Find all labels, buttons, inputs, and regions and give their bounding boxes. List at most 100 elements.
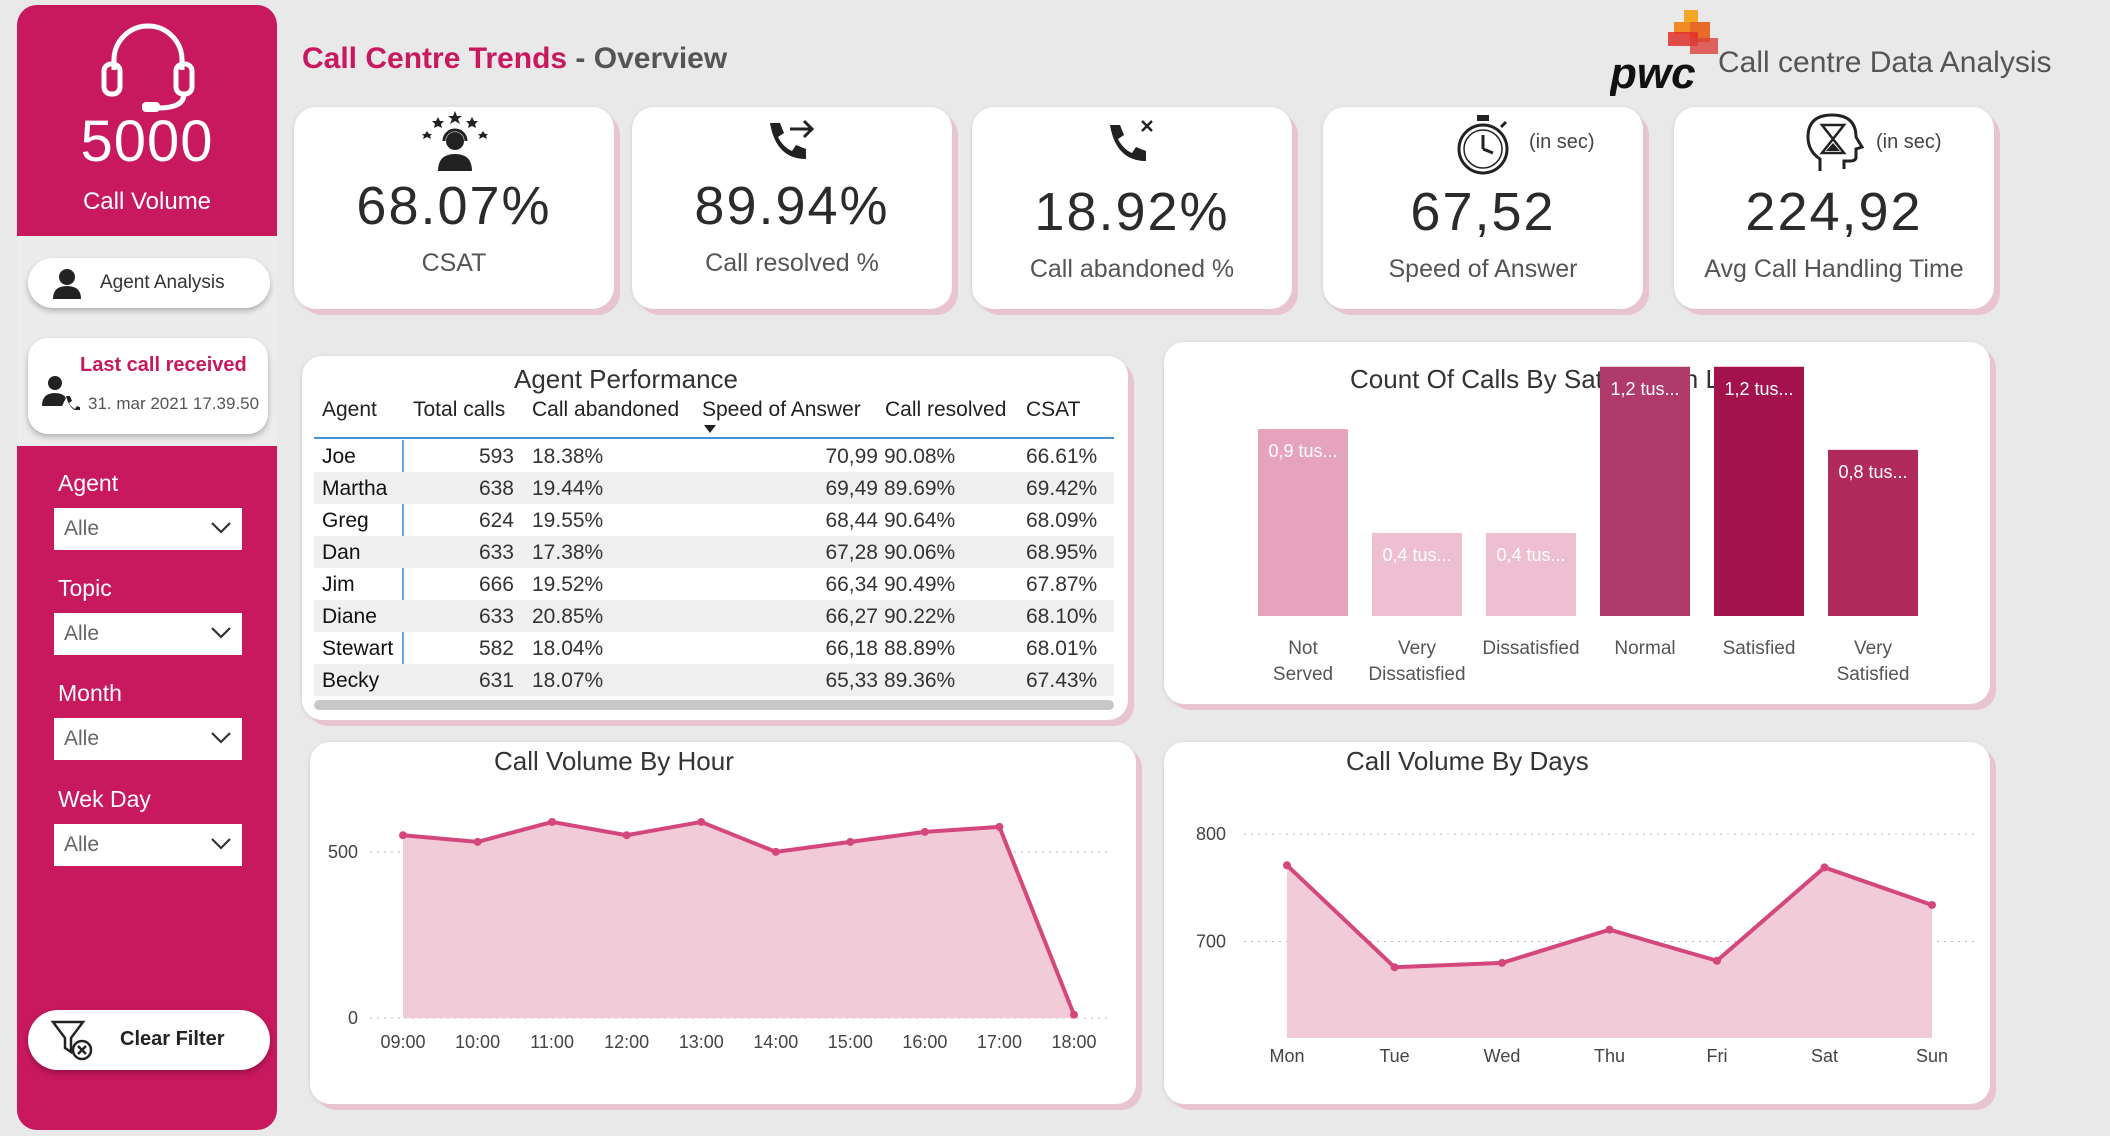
column-header-speed-of-answer[interactable]: Speed of Answer <box>702 398 861 422</box>
page-title-separator: - <box>567 42 594 75</box>
kpi-call-resolved-label: Call resolved % <box>705 249 879 277</box>
table-cell-total-calls: 666 <box>478 573 514 596</box>
chevron-down-icon <box>211 732 231 744</box>
bar-data-label: 1,2 tus... <box>1610 379 1679 399</box>
x-tick-label: Not <box>1288 638 1318 659</box>
x-tick-label: Very <box>1398 638 1437 659</box>
kpi-speed-unit: (in sec) <box>1529 131 1595 153</box>
weekday-dropdown[interactable]: Alle <box>54 824 242 866</box>
table-horizontal-scrollbar[interactable] <box>314 700 1114 710</box>
y-tick-label: 800 <box>1196 824 1226 844</box>
table-row[interactable]: Jim 666 19.52% 66,34 90.49% 67.87% <box>314 568 1114 600</box>
data-point[interactable] <box>995 822 1004 831</box>
data-point[interactable] <box>1605 925 1614 934</box>
x-tick-label: Sat <box>1811 1046 1838 1066</box>
table-cell-call-resolved: 90.06% <box>884 541 956 564</box>
data-point[interactable] <box>1713 956 1721 965</box>
table-cell-agent: Joe <box>322 445 356 468</box>
chevron-down-icon <box>211 522 231 534</box>
kpi-call-abandoned-label: Call abandoned % <box>1029 255 1235 283</box>
agent-icon <box>53 269 81 299</box>
bar-4[interactable] <box>1714 366 1804 616</box>
table-cell-agent: Greg <box>322 509 369 532</box>
kpi-speed-of-answer-value: 67,52 <box>1410 182 1556 242</box>
bar-3[interactable] <box>1600 366 1690 616</box>
table-cell-csat: 68.95% <box>1026 541 1098 564</box>
column-header-call-abandoned[interactable]: Call abandoned <box>532 398 679 422</box>
x-tick-label: Normal <box>1614 638 1675 659</box>
table-cell-csat: 69.42% <box>1026 477 1098 500</box>
data-point[interactable] <box>399 831 407 840</box>
column-header-csat[interactable]: CSAT <box>1026 398 1080 422</box>
x-tick-label: 14:00 <box>753 1032 798 1052</box>
x-tick-label: Tue <box>1379 1046 1409 1066</box>
data-point[interactable] <box>1498 958 1506 967</box>
data-point[interactable] <box>1390 963 1399 972</box>
agent-performance-title: Agent Performance <box>514 364 739 394</box>
table-cell-csat: 68.01% <box>1026 637 1098 660</box>
clear-filter-icon <box>50 1020 93 1061</box>
table-cell-agent: Stewart <box>322 637 394 660</box>
filter-label-weekday: Wek Day <box>58 786 151 812</box>
column-header-agent[interactable]: Agent <box>322 398 377 422</box>
data-point[interactable] <box>1928 900 1936 909</box>
table-cell-speed-of-answer: 69,49 <box>825 477 878 500</box>
bar-data-label: 0,9 tus... <box>1268 441 1337 461</box>
agent-dropdown[interactable]: Alle <box>54 508 242 550</box>
head-hourglass-icon <box>1806 113 1865 171</box>
data-point[interactable] <box>622 831 631 840</box>
topic-dropdown[interactable]: Alle <box>54 613 242 655</box>
kpi-call-resolved-value: 89.94% <box>694 176 890 236</box>
headset-icon <box>101 23 195 112</box>
table-cell-total-calls: 633 <box>478 541 514 564</box>
area-fill <box>1287 865 1932 1038</box>
data-point[interactable] <box>1070 1010 1078 1019</box>
filter-label-month: Month <box>58 680 122 706</box>
table-row[interactable]: Dan 633 17.38% 67,28 90.06% 68.95% <box>314 536 1114 568</box>
kpi-handling-time-label: Avg Call Handling Time <box>1704 255 1964 283</box>
table-row[interactable]: Diane 633 20.85% 66,27 90.22% 68.10% <box>314 600 1114 632</box>
table-row[interactable]: Greg 624 19.55% 68,44 90.64% 68.09% <box>314 504 1114 536</box>
x-tick-label: Dissatisfied <box>1368 664 1465 685</box>
data-point[interactable] <box>1283 861 1291 870</box>
table-cell-speed-of-answer: 70,99 <box>825 445 878 468</box>
user-phone-icon <box>42 376 80 410</box>
kpi-csat-card: 68.07% CSAT <box>294 107 614 309</box>
table-cell-csat: 68.10% <box>1026 605 1098 628</box>
x-tick-label: 17:00 <box>977 1032 1022 1052</box>
pwc-logo-text: pwc <box>1610 49 1696 96</box>
sort-desc-icon <box>704 425 716 433</box>
table-row[interactable]: Joe 593 18.38% 70,99 90.08% 66.61% <box>314 440 1114 472</box>
table-cell-call-abandoned: 18.38% <box>532 445 604 468</box>
month-dropdown[interactable]: Alle <box>54 718 242 760</box>
weekday-dropdown-value: Alle <box>64 833 100 856</box>
agent-analysis-button[interactable]: Agent Analysis <box>28 258 270 308</box>
x-tick-label: 15:00 <box>828 1032 873 1052</box>
table-cell-total-calls: 631 <box>478 669 514 692</box>
last-call-title: Last call received <box>80 354 247 376</box>
data-point[interactable] <box>1820 863 1829 872</box>
column-header-call-resolved[interactable]: Call resolved <box>885 398 1006 422</box>
data-point[interactable] <box>548 817 557 826</box>
data-point[interactable] <box>846 837 855 846</box>
table-cell-total-calls: 593 <box>478 445 514 468</box>
y-tick-label: 500 <box>328 842 358 862</box>
table-cell-call-abandoned: 19.44% <box>532 477 604 500</box>
table-cell-call-abandoned: 18.07% <box>532 669 604 692</box>
satisfaction-bar-chart: 0,9 tus... Not Served 0,4 tus... Very Dissati… <box>1258 366 1918 685</box>
topic-dropdown-value: Alle <box>64 622 100 645</box>
table-row[interactable]: Becky 631 18.07% 65,33 89.36% 67.43% <box>314 664 1114 696</box>
data-point[interactable] <box>920 827 929 836</box>
table-cell-speed-of-answer: 67,28 <box>825 541 878 564</box>
data-point[interactable] <box>771 847 780 856</box>
x-tick-label: Dissatisfied <box>1482 638 1579 659</box>
column-header-total-calls[interactable]: Total calls <box>413 398 505 422</box>
data-point[interactable] <box>473 837 482 846</box>
table-row[interactable]: Stewart 582 18.04% 66,18 88.89% 68.01% <box>314 632 1114 664</box>
x-tick-label: Served <box>1273 664 1333 685</box>
x-tick-label: 13:00 <box>679 1032 724 1052</box>
table-row[interactable]: Martha 638 19.44% 69,49 89.69% 69.42% <box>314 472 1114 504</box>
data-point[interactable] <box>697 817 706 826</box>
kpi-speed-of-answer-label: Speed of Answer <box>1388 255 1578 283</box>
clear-filter-button[interactable]: Clear Filter <box>28 1010 270 1070</box>
